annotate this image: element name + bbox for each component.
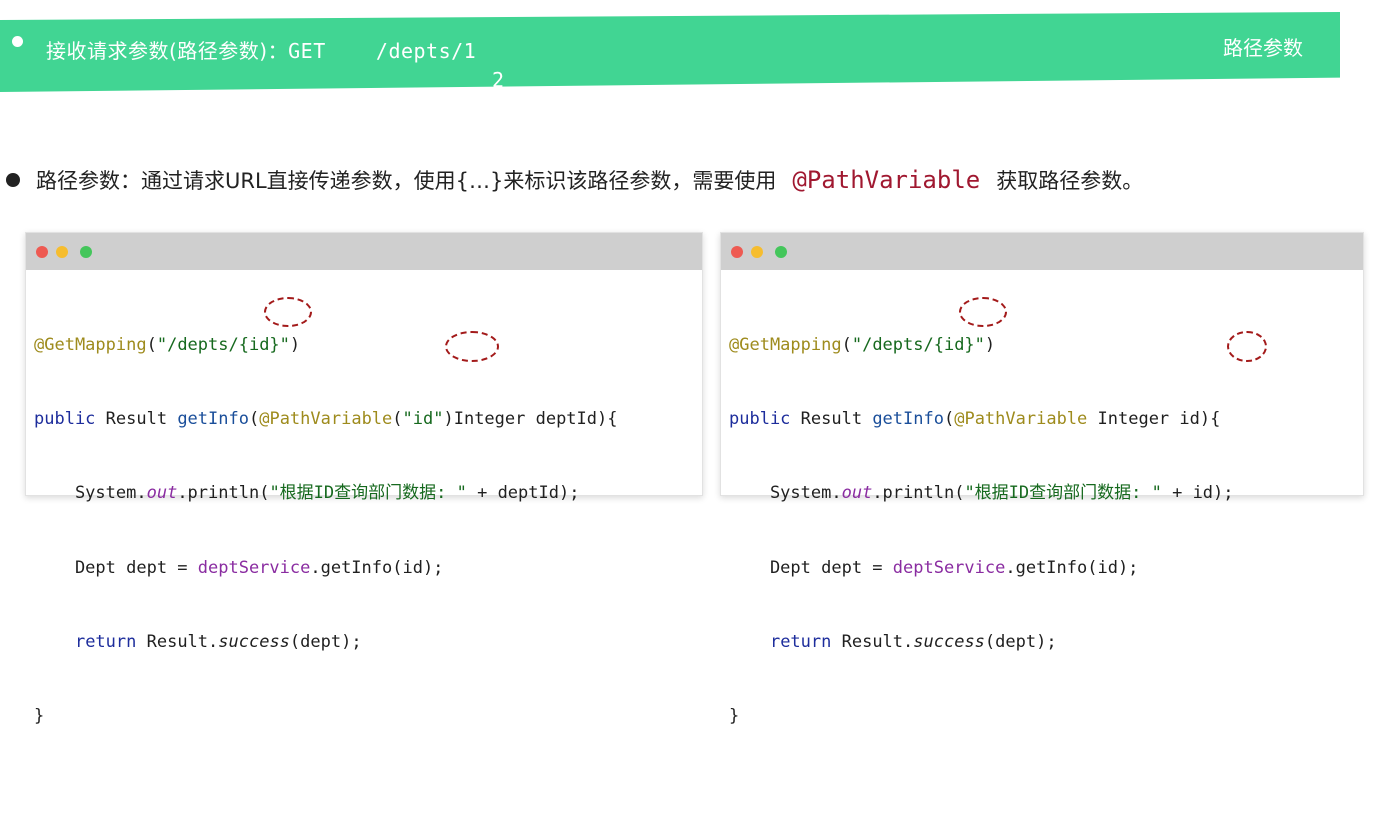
code-token: "根据ID查询部门数据: " <box>269 483 467 504</box>
code-token: Result. <box>831 631 914 652</box>
code-token: ( <box>392 409 403 430</box>
code-token: } <box>729 705 740 726</box>
code-token: Dept dept = <box>729 557 893 578</box>
code-token: .getInfo(id); <box>310 557 444 578</box>
code-token: ) <box>984 335 996 355</box>
code-token: "id" <box>402 409 444 430</box>
code-token: + id); <box>1161 483 1234 504</box>
code-line: public Result getInfo(@PathVariable Inte… <box>729 402 1363 436</box>
code-token: System. <box>729 483 842 504</box>
code-token: Integer id){ <box>1087 409 1221 430</box>
highlight-circle <box>264 297 312 327</box>
code-token: "根据ID查询部门数据: " <box>964 483 1162 504</box>
maximize-light-icon <box>80 246 92 258</box>
close-light-icon <box>36 246 48 258</box>
banner-title-text: 接收请求参数(路径参数)： <box>46 39 289 63</box>
window-titlebar <box>721 233 1363 270</box>
code-line: return Result.success(dept); <box>34 625 702 659</box>
code-line: @GetMapping("/depts/{id}") <box>34 328 702 362</box>
description-line: 路径参数：通过请求URL直接传递参数，使用{…}来标识该路径参数，需要使用 @P… <box>6 164 1143 196</box>
code-token: getInfo <box>177 409 249 430</box>
minimize-light-icon <box>56 246 68 258</box>
code-token: ( <box>146 335 157 355</box>
code-token: .println( <box>872 483 965 504</box>
code-line: return Result.success(dept); <box>729 625 1363 659</box>
code-token: success <box>218 631 290 652</box>
code-token: public <box>729 409 791 430</box>
code-token: getInfo <box>872 409 944 430</box>
code-token: (dept); <box>984 631 1057 652</box>
description-text-end: 获取路径参数。 <box>996 169 1144 193</box>
code-token: System. <box>34 483 147 504</box>
code-line: System.out.println("根据ID查询部门数据: " + dept… <box>34 476 702 510</box>
window-titlebar <box>26 233 702 270</box>
code-line: } <box>34 699 702 733</box>
code-token: ( <box>943 409 955 430</box>
code-block: @GetMapping("/depts/{id}") public Result… <box>26 270 702 813</box>
code-token: .getInfo(id); <box>1005 557 1139 578</box>
code-token: deptService <box>892 557 1006 578</box>
pathvariable-annotation: @PathVariable <box>792 166 981 194</box>
close-light-icon <box>731 246 743 258</box>
maximize-light-icon <box>775 246 787 258</box>
highlight-circle <box>959 297 1007 327</box>
code-token: ) <box>289 335 301 355</box>
code-block: @GetMapping("/depts/{id}") public Result… <box>721 270 1363 813</box>
code-line: } <box>729 699 1363 733</box>
code-token: @PathVariable <box>954 409 1088 430</box>
code-token: Result. <box>136 631 219 652</box>
code-token: } <box>34 705 45 726</box>
code-token: success <box>913 631 985 652</box>
code-token: return <box>74 631 137 652</box>
banner-title-line2: 2 <box>492 68 505 92</box>
code-line: Dept dept = deptService.getInfo(id); <box>34 551 702 585</box>
code-window-right: @GetMapping("/depts/{id}") public Result… <box>720 232 1364 726</box>
code-token: Result <box>790 409 873 430</box>
code-token: out <box>841 483 873 504</box>
code-window-left: @GetMapping("/depts/{id}") public Result… <box>25 232 703 726</box>
code-token: Result <box>95 409 178 430</box>
code-token: + deptId); <box>466 483 580 504</box>
minimize-light-icon <box>751 246 763 258</box>
banner-section-label: 路径参数 <box>1223 36 1303 60</box>
code-token: )Integer deptId){ <box>443 409 618 430</box>
banner-title-code: GET /depts/1 <box>288 39 477 63</box>
code-token: .println( <box>177 483 270 504</box>
code-token: Dept dept = <box>34 557 198 578</box>
code-token: out <box>146 483 178 504</box>
code-token: @GetMapping <box>729 335 842 355</box>
description-text: 路径参数：通过请求URL直接传递参数，使用{…}来标识该路径参数，需要使用 <box>36 169 777 193</box>
code-line: System.out.println("根据ID查询部门数据: " + id); <box>729 476 1363 510</box>
code-token: public <box>34 409 96 430</box>
code-token: @GetMapping <box>34 335 147 355</box>
code-token: return <box>769 631 832 652</box>
code-line: public Result getInfo(@PathVariable("id"… <box>34 402 702 436</box>
code-token: (dept); <box>289 631 362 652</box>
code-token: ( <box>841 335 852 355</box>
code-token: deptService <box>197 557 311 578</box>
code-token: "/depts/{id}" <box>851 335 985 355</box>
code-token: "/depts/{id}" <box>156 335 290 355</box>
bullet-icon <box>6 173 20 187</box>
code-line: Dept dept = deptService.getInfo(id); <box>729 551 1363 585</box>
banner-title: 接收请求参数(路径参数)：GET /depts/1 <box>46 35 476 64</box>
code-line: @GetMapping("/depts/{id}") <box>729 328 1363 362</box>
bullet-icon <box>12 36 23 47</box>
code-token: ( <box>248 409 260 430</box>
code-token: @PathVariable <box>259 409 393 430</box>
